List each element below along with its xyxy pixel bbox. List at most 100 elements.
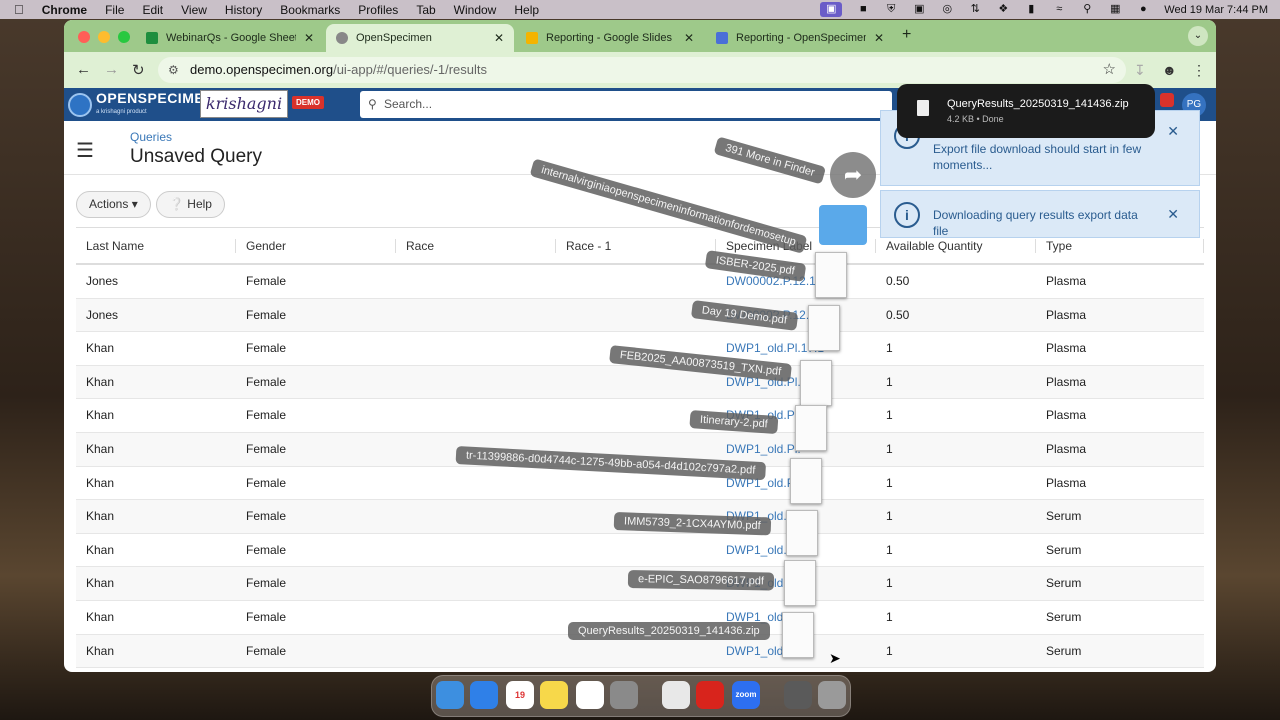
address-bar[interactable]: ⚙ demo.openspecimen.org/ui-app/#/queries… (158, 57, 1126, 83)
downloads-stack-icon[interactable] (784, 681, 812, 709)
tab-reporting-openspecimen[interactable]: Reporting - OpenSpecimen ✕ (706, 24, 894, 52)
cell-gender: Female (246, 609, 287, 624)
app-status-icon[interactable]: ■ (856, 4, 870, 15)
siri-icon[interactable]: ● (1136, 4, 1150, 15)
actions-button[interactable]: Actions ▾ (76, 191, 151, 218)
info-icon: i (894, 202, 920, 228)
battery-icon[interactable]: ▮ (1024, 4, 1038, 15)
cell-quantity: 1 (886, 475, 893, 490)
bluetooth-icon[interactable]: ❖ (996, 4, 1010, 15)
close-tab-icon[interactable]: ✕ (684, 31, 694, 45)
back-button[interactable]: ← (76, 61, 91, 78)
download-bubble[interactable]: QueryResults_20250319_141436.zip 4.2 KB … (897, 84, 1155, 138)
app-search-input[interactable]: ⚲ Search... (360, 91, 892, 118)
search-placeholder: Search... (384, 97, 433, 111)
clock[interactable]: Wed 19 Mar 7:44 PM (1164, 4, 1268, 16)
shield-icon[interactable]: ⛨ (884, 4, 898, 15)
acrobat-icon[interactable] (696, 681, 724, 709)
safari-icon[interactable] (470, 681, 498, 709)
trash-icon[interactable] (818, 681, 846, 709)
cell-quantity: 0.50 (886, 274, 910, 288)
notes-icon[interactable] (540, 681, 568, 709)
tab-sheets[interactable]: WebinarQs - Google Sheets ✕ (136, 24, 324, 52)
wifi-icon[interactable]: ≈ (1052, 4, 1066, 15)
cell-type: Serum (1046, 609, 1082, 624)
zoom-label: zoom (735, 690, 757, 699)
logo-text: OPENSPECIMEN a krishagni product (96, 91, 215, 119)
zoom-icon[interactable]: zoom (732, 681, 760, 709)
cell-race (396, 567, 556, 600)
cell-type: Plasma (1046, 374, 1087, 389)
site-info-icon[interactable]: ⚙ (168, 57, 179, 83)
cell-type: Serum (1046, 643, 1082, 658)
pdf-thumbnail-icon (790, 458, 822, 504)
menu-edit[interactable]: Edit (142, 3, 163, 17)
col-race[interactable]: Race (396, 228, 556, 263)
cell-race (396, 399, 556, 432)
pdf-thumbnail-icon (815, 252, 847, 298)
finder-icon[interactable] (436, 681, 464, 709)
cell-gender: Female (246, 441, 287, 456)
tab-search-button[interactable]: ⌄ (1188, 26, 1208, 46)
hamburger-menu-icon[interactable]: ☰ (76, 138, 94, 163)
close-window-button[interactable] (78, 31, 90, 43)
menu-file[interactable]: File (105, 3, 124, 17)
col-gender[interactable]: Gender (236, 228, 396, 263)
menu-history[interactable]: History (225, 3, 262, 17)
cell-last-name: Jones (86, 274, 119, 288)
cell-last-name: Khan (86, 441, 115, 456)
calendar-icon[interactable]: 19 (506, 681, 534, 709)
forward-button[interactable]: → (104, 61, 119, 78)
tab-openspecimen[interactable]: OpenSpecimen ✕ (326, 24, 514, 52)
close-toast-icon[interactable]: ✕ (1167, 206, 1179, 223)
cell-type: Plasma (1046, 307, 1087, 322)
reload-button[interactable]: ↻ (132, 61, 145, 79)
menu-view[interactable]: View (181, 3, 207, 17)
close-toast-icon[interactable]: ✕ (1167, 123, 1179, 140)
menu-profiles[interactable]: Profiles (358, 3, 398, 17)
menu-bookmarks[interactable]: Bookmarks (280, 3, 340, 17)
calendar-day: 19 (514, 690, 525, 700)
help-button[interactable]: ❔ Help (156, 191, 225, 218)
menu-app-name[interactable]: Chrome (42, 3, 87, 17)
network-icon[interactable]: ⇅ (968, 4, 982, 15)
minimize-window-button[interactable] (98, 31, 110, 43)
settings-icon[interactable] (610, 681, 638, 709)
cell-type: Serum (1046, 542, 1082, 557)
bookmark-star-icon[interactable]: ☆ (1103, 57, 1116, 83)
bi-icon[interactable]: ▣ (912, 4, 926, 15)
chrome-icon[interactable] (662, 681, 690, 709)
screen-share-icon[interactable]: ▣ (820, 2, 843, 17)
tab-slides[interactable]: Reporting - Google Slides ✕ (516, 24, 704, 52)
close-tab-icon[interactable]: ✕ (304, 31, 314, 45)
cell-race (396, 534, 556, 567)
cell-race-1 (556, 534, 716, 567)
profile-avatar-icon[interactable]: ☻ (1162, 62, 1177, 78)
menu-help[interactable]: Help (514, 3, 539, 17)
apple-menu-icon[interactable]:  (14, 2, 24, 17)
tab-label: WebinarQs - Google Sheets (166, 32, 296, 44)
cell-last-name: Jones (86, 307, 119, 322)
close-tab-icon[interactable]: ✕ (874, 31, 884, 45)
menu-tab[interactable]: Tab (416, 3, 435, 17)
more-menu-icon[interactable]: ⋮ (1192, 62, 1206, 79)
cell-last-name: Khan (86, 609, 115, 624)
zoom-window-button[interactable] (118, 31, 130, 43)
control-center-icon[interactable]: ▦ (1108, 4, 1122, 15)
new-tab-button[interactable]: + (902, 26, 911, 44)
col-last-name[interactable]: Last Name (76, 228, 236, 263)
downloads-icon[interactable]: ↧ (1134, 62, 1146, 79)
col-race-1[interactable]: Race - 1 (556, 228, 716, 263)
menu-window[interactable]: Window (454, 3, 497, 17)
freeform-icon[interactable] (576, 681, 604, 709)
help-label: Help (187, 197, 212, 211)
cell-gender: Female (246, 307, 287, 322)
breadcrumb[interactable]: Queries (130, 130, 172, 144)
spotlight-icon[interactable]: ⚲ (1080, 4, 1094, 15)
openspecimen-logo[interactable]: OPENSPECIMEN a krishagni product (68, 91, 215, 118)
close-tab-icon[interactable]: ✕ (494, 31, 504, 45)
table-row: Jones Female DW00002.P.12.1 0.50 Plasma (76, 265, 1204, 299)
vpn-icon[interactable]: ◎ (940, 4, 954, 15)
notification-badge[interactable] (1160, 93, 1174, 107)
dock: 19 zoom (431, 675, 851, 717)
